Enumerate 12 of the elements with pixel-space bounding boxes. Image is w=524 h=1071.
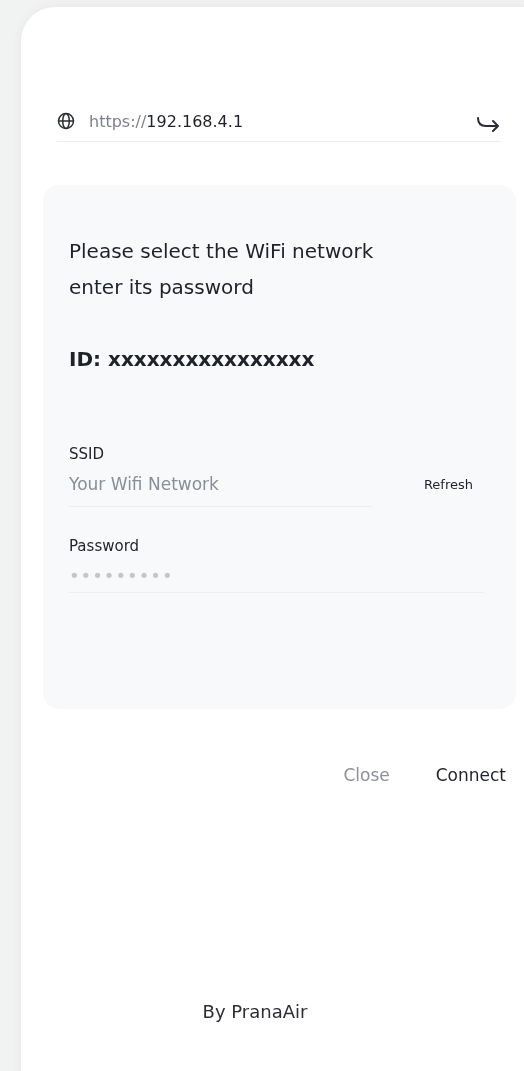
device-id: ID: xxxxxxxxxxxxxxxx xyxy=(69,347,316,371)
ssid-label: SSID xyxy=(69,445,106,463)
password-label: Password xyxy=(69,537,141,555)
url-text: https://192.168.4.1 xyxy=(89,111,244,131)
ssid-field[interactable]: Your Wifi Network xyxy=(69,473,372,507)
form-title: Please select the WiFi network enter its password xyxy=(69,238,375,301)
arrow-icon[interactable] xyxy=(476,116,500,132)
refresh-button[interactable]: Refresh xyxy=(423,476,473,492)
url-bar[interactable]: https://192.168.4.1 xyxy=(57,110,501,142)
globe-icon xyxy=(57,112,75,130)
connect-button[interactable]: Connect xyxy=(435,765,506,785)
footer-text: By PranaAir xyxy=(201,1001,309,1022)
